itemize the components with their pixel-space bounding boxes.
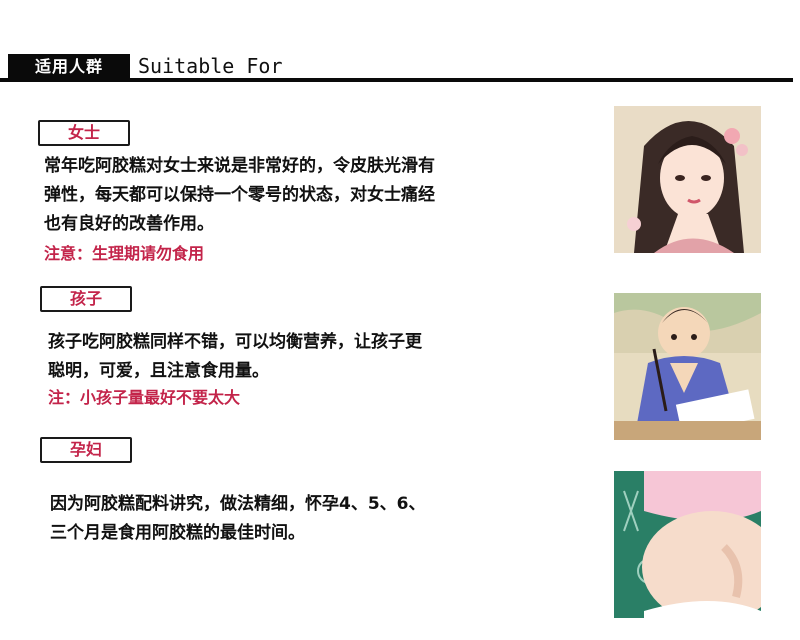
section-header: 适用人群 Suitable For — [0, 50, 800, 90]
header-label-en: Suitable For — [138, 54, 283, 78]
section-label-women: 女士 — [38, 120, 130, 146]
pregnant-description-line-1: 因为阿胶糕配料讲究，做法精细，怀孕4、5、6、 — [50, 494, 426, 514]
pregnant-description-line-2: 三个月是食用阿胶糕的最佳时间。 — [50, 523, 305, 543]
children-description-line-1: 孩子吃阿胶糕同样不错，可以均衡营养，让孩子更 — [48, 332, 422, 352]
pregnant-photo — [614, 471, 761, 618]
header-divider — [0, 78, 793, 82]
women-description-line-3: 也有良好的改善作用。 — [44, 214, 214, 234]
women-description-line-2: 弹性，每天都可以保持一个零号的状态，对女士痛经 — [44, 185, 435, 205]
women-note: 注意：生理期请勿食用 — [44, 244, 205, 263]
children-photo — [614, 293, 761, 440]
header-label-cn: 适用人群 — [8, 54, 130, 80]
women-photo — [614, 106, 761, 253]
section-label-pregnant: 孕妇 — [40, 437, 132, 463]
children-description-line-2: 聪明，可爱，且注意食用量。 — [48, 361, 269, 381]
women-description-line-1: 常年吃阿胶糕对女士来说是非常好的，令皮肤光滑有 — [44, 156, 435, 176]
section-label-children: 孩子 — [40, 286, 132, 312]
children-note: 注：小孩子量最好不要太大 — [48, 388, 241, 407]
